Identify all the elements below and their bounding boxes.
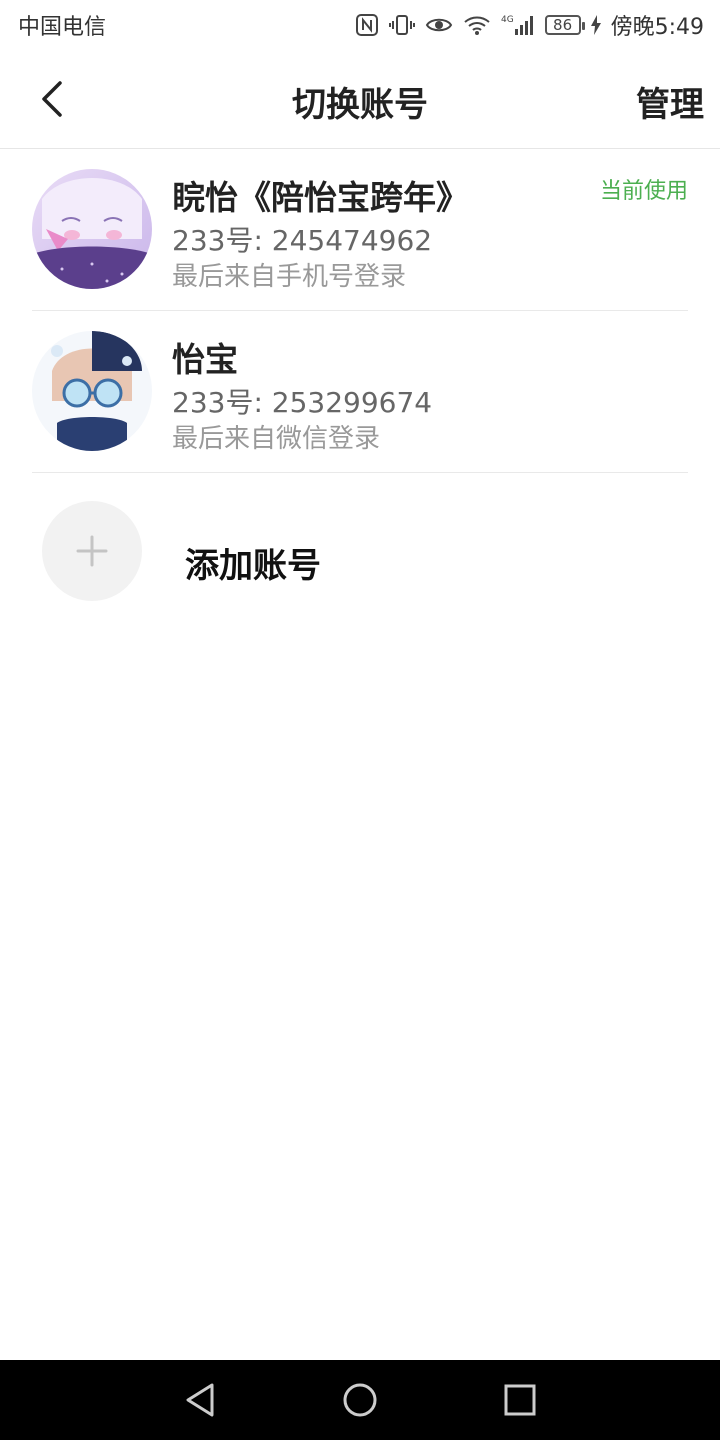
circle-home-icon [343,1383,377,1417]
add-account-item[interactable]: 添加账号 [0,490,720,610]
add-account-button[interactable] [42,501,142,601]
page-title: 切换账号 [292,85,428,125]
account-item[interactable]: 睆怡《陪怡宝跨年》 233号: 245474962 最后来自手机号登录 当前使用 [32,149,688,311]
account-login-source: 最后来自微信登录 [172,424,381,454]
wifi-icon [463,14,491,36]
status-icons: 4G 86 傍晚5:49 [355,9,704,41]
system-nav-bar [0,1360,720,1440]
account-id: 233号: 253299674 [172,386,433,419]
eye-comfort-icon [425,14,453,36]
account-name: 睆怡《陪怡宝跨年》 [172,178,469,217]
account-id: 233号: 245474962 [172,224,433,257]
app-header: 切换账号 管理 [0,50,720,149]
status-bar: 中国电信 4G 86 傍晚5:49 [0,0,720,50]
current-account-badge: 当前使用 [599,179,688,204]
carrier-label: 中国电信 [18,15,107,40]
nfc-icon [355,13,379,37]
nav-back-button[interactable] [170,1370,230,1430]
account-item[interactable]: 怡宝 233号: 253299674 最后来自微信登录 [32,311,688,473]
account-login-source: 最后来自手机号登录 [172,262,407,292]
battery-level: 86 [553,16,573,34]
nav-recents-button[interactable] [490,1370,550,1430]
battery-icon: 86 [544,15,585,35]
nav-home-button[interactable] [330,1370,390,1430]
account-name: 怡宝 [172,340,238,379]
vibrate-icon [388,13,415,37]
manage-button[interactable]: 管理 [636,77,704,126]
account-list: 睆怡《陪怡宝跨年》 233号: 245474962 最后来自手机号登录 当前使用… [0,149,720,473]
triangle-back-icon [186,1383,214,1417]
add-account-label: 添加账号 [185,546,321,586]
square-recents-icon [504,1384,536,1416]
avatar [32,169,152,289]
clock: 傍晚5:49 [610,15,704,40]
charging-icon [590,15,601,35]
plus-icon [76,535,108,567]
avatar [32,331,152,451]
switch-account-screen: 中国电信 4G 86 傍晚5:49 切换账号 管理 睆怡《陪怡宝跨年》 233号… [0,0,720,1440]
signal-icon: 4G [501,13,535,37]
network-label: 4G [501,15,514,25]
